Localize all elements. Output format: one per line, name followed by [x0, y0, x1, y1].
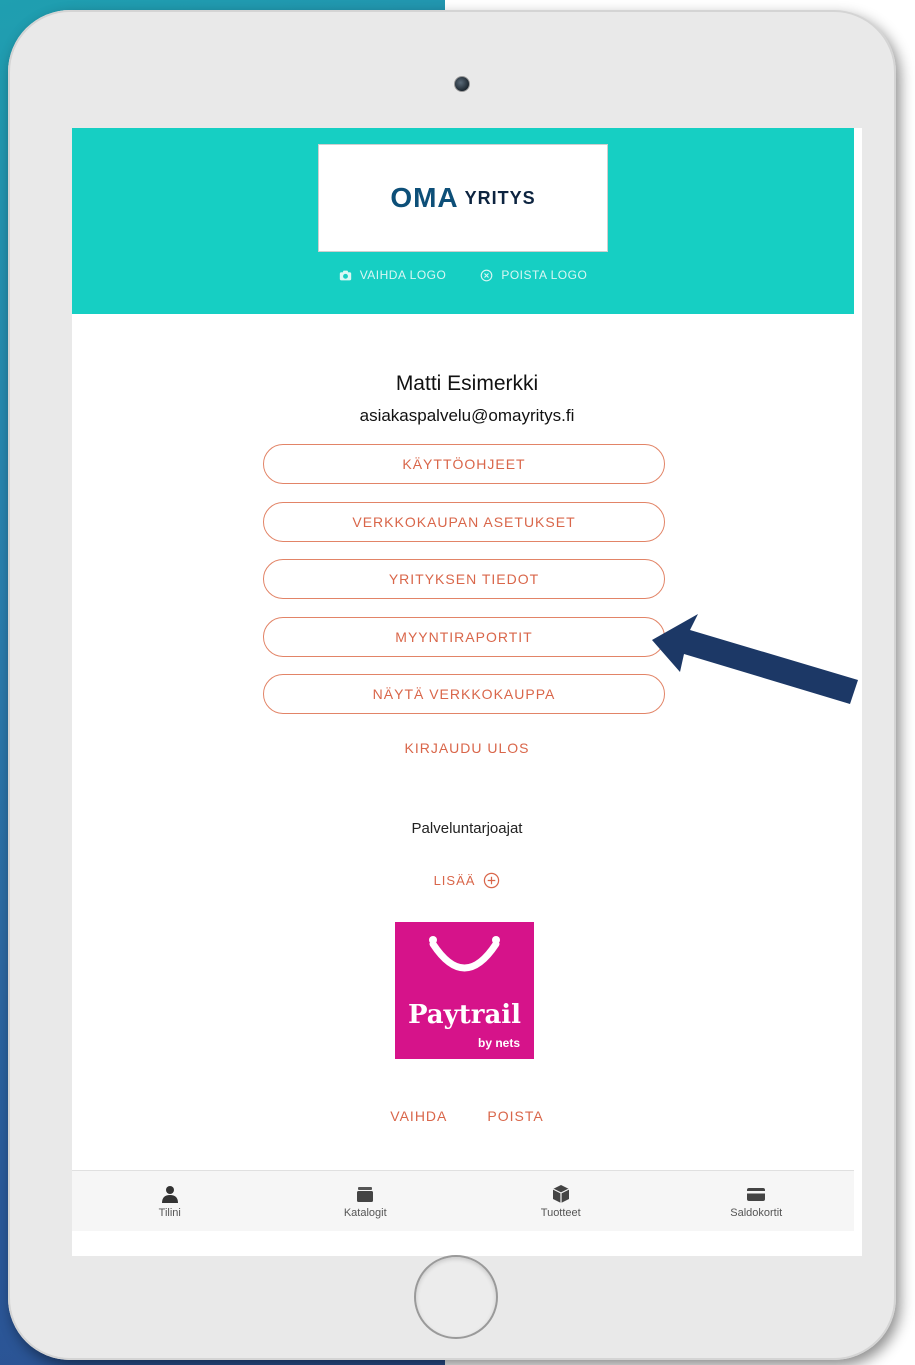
annotation-arrow-icon — [652, 614, 858, 704]
tab-katalogit[interactable]: Katalogit — [305, 1184, 425, 1219]
user-email: asiakaspalvelu@omayritys.fi — [359, 406, 575, 425]
header: OMA YRITYS VAIHDA LOGO POISTA LOGO — [72, 128, 854, 314]
menu-button-verkkokaupan-asetukset[interactable]: VERKKOKAUPAN ASETUKSET — [263, 501, 665, 542]
logo-text-oma: OMA — [390, 182, 459, 213]
company-logo: OMA YRITYS — [318, 144, 608, 252]
logo-text-yritys: YRITYS — [464, 187, 536, 208]
tab-label: Saldokortit — [730, 1206, 783, 1219]
tab-saldokortit[interactable]: Saldokortit — [696, 1184, 816, 1219]
tab-label: Tuotteet — [540, 1206, 581, 1219]
plus-circle-icon — [484, 872, 500, 889]
provider-actions: VAIHDA POISTA — [72, 1108, 862, 1124]
menu-button-yrityksen-tiedot[interactable]: YRITYKSEN TIEDOT — [263, 559, 665, 599]
card-icon — [747, 1187, 766, 1201]
change-logo-button[interactable]: VAIHDA LOGO — [339, 268, 447, 282]
menu-button-myyntiraportit[interactable]: MYYNTIRAPORTIT — [263, 616, 665, 657]
add-provider-button[interactable]: LISÄÄ — [72, 872, 862, 889]
change-logo-label: VAIHDA LOGO — [359, 268, 447, 282]
add-provider-label: LISÄÄ — [433, 873, 476, 888]
user-name: Matti Esimerkki — [395, 372, 539, 395]
tab-tuotteet[interactable]: Tuotteet — [501, 1184, 621, 1219]
account-menu: KÄYTTÖOHJEET VERKKOKAUPAN ASETUKSET YRIT… — [263, 444, 665, 732]
tab-tilini[interactable]: Tilini — [110, 1184, 230, 1219]
close-circle-icon — [480, 269, 493, 281]
camera-icon — [339, 270, 351, 280]
paytrail-logo: Paytrail by nets — [395, 922, 534, 1059]
providers-title: Palveluntarjoajat — [411, 820, 523, 837]
menu-button-nayta-verkkokauppa[interactable]: NÄYTÄ VERKKOKAUPPA — [263, 674, 665, 714]
camera-icon — [454, 76, 470, 92]
home-button[interactable] — [414, 1255, 498, 1339]
box-icon — [552, 1184, 570, 1203]
shopping-bag-handle-icon — [429, 936, 500, 972]
logo-actions: VAIHDA LOGO POISTA LOGO — [72, 268, 854, 282]
remove-logo-label: POISTA LOGO — [501, 268, 588, 282]
person-icon — [161, 1185, 178, 1203]
bottom-tab-bar: Tilini Katalogit Tuotteet Saldokortit — [72, 1170, 854, 1231]
tab-label: Katalogit — [343, 1206, 387, 1219]
change-provider-button[interactable]: VAIHDA — [390, 1108, 447, 1124]
logout-link[interactable]: KIRJAUDU ULOS — [72, 740, 862, 756]
remove-provider-button[interactable]: POISTA — [487, 1108, 543, 1124]
tab-label: Tilini — [158, 1206, 181, 1219]
remove-logo-button[interactable]: POISTA LOGO — [480, 268, 587, 282]
paytrail-sub: by nets — [477, 1036, 520, 1050]
menu-button-kayttoohjeet[interactable]: KÄYTTÖOHJEET — [263, 444, 665, 484]
paytrail-name: Paytrail — [407, 1000, 522, 1030]
catalog-icon — [357, 1186, 374, 1202]
